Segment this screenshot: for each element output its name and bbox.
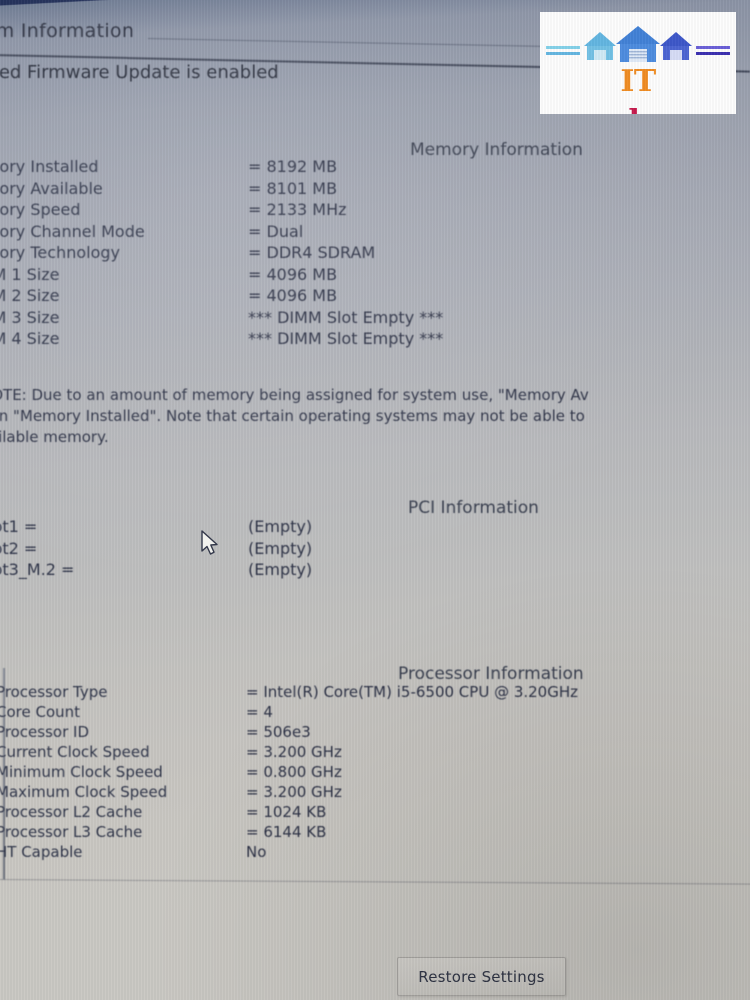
- memory-note-text: NOTE: Due to an amount of memory being a…: [0, 386, 589, 446]
- memory-field-label: IMM 2 Size: [0, 286, 60, 305]
- memory-field-value: = 8192 MB: [248, 157, 338, 176]
- restore-settings-button[interactable]: Restore Settings: [397, 957, 566, 996]
- memory-field-value: *** DIMM Slot Empty ***: [248, 307, 444, 327]
- memory-field-value: = DDR4 SDRAM: [248, 243, 376, 262]
- pci-slot-label: Slot2 =: [0, 538, 38, 558]
- pci-slot-value: (Empty): [248, 517, 313, 536]
- logo-wordmark: IT warehouse: [540, 62, 736, 114]
- processor-field-value: = 3.200 GHz: [246, 783, 342, 801]
- memory-field-label: emory Channel Mode: [0, 221, 145, 241]
- memory-field-value: = 2133 MHz: [248, 200, 347, 219]
- processor-section-title: Processor Information: [398, 664, 584, 684]
- memory-field-label: emory Installed: [0, 157, 99, 176]
- pci-slot-value: (Empty): [248, 538, 313, 558]
- processor-field-label: Maximum Clock Speed: [0, 783, 168, 801]
- processor-field-value: = 6144 KB: [246, 823, 327, 841]
- processor-field-label: Processor Type: [0, 683, 108, 701]
- memory-field-value: = Dual: [248, 221, 304, 241]
- pci-slot-label: Slot3_M.2 =: [0, 560, 75, 579]
- memory-field-label: emory Technology: [0, 243, 120, 262]
- memory-field-label: emory Speed: [0, 200, 81, 219]
- processor-field-label: Processor L3 Cache: [0, 823, 143, 841]
- processor-field-label: Minimum Clock Speed: [0, 763, 163, 781]
- processor-field-label: Core Count: [0, 703, 81, 721]
- pci-section-title: PCI Information: [408, 498, 539, 518]
- memory-field-value: = 8101 MB: [248, 178, 338, 198]
- memory-field-value: = 4096 MB: [248, 264, 338, 284]
- processor-field-label: HT Capable: [0, 843, 83, 861]
- memory-field-value: *** DIMM Slot Empty ***: [248, 329, 444, 348]
- processor-field-value: = 506e3: [246, 723, 311, 741]
- memory-field-label: IMM 4 Size: [0, 329, 60, 348]
- processor-field-label: Current Clock Speed: [0, 743, 150, 761]
- it-warehouse-watermark-logo: IT warehouse: [540, 12, 736, 114]
- logo-text-house: house: [629, 104, 727, 114]
- pci-slot-label: Slot1 =: [0, 517, 38, 536]
- processor-field-value: = Intel(R) Core(TM) i5-6500 CPU @ 3.20GH…: [246, 683, 579, 701]
- arrow-pointer-icon: [201, 530, 218, 555]
- memory-field-value: = 4096 MB: [248, 286, 338, 305]
- processor-field-value: = 3.200 GHz: [246, 743, 342, 761]
- pci-slot-value: (Empty): [248, 560, 313, 579]
- processor-field-label: Processor ID: [0, 723, 89, 741]
- processor-field-label: Processor L2 Cache: [0, 803, 143, 821]
- page-title: tem Information: [0, 20, 135, 42]
- logo-text-ware: ware: [550, 104, 629, 114]
- processor-field-value: = 0.800 GHz: [246, 763, 342, 781]
- bios-system-information-screen: tem Information gned Firmware Update is …: [0, 0, 750, 1000]
- memory-field-label: IMM 1 Size: [0, 264, 60, 284]
- footer-divider: [0, 879, 750, 885]
- processor-field-value: No: [246, 843, 267, 861]
- firmware-update-status: gned Firmware Update is enabled: [0, 62, 279, 83]
- processor-field-value: = 4: [246, 703, 273, 721]
- processor-field-value: = 1024 KB: [246, 803, 327, 821]
- memory-section-title: Memory Information: [410, 140, 583, 160]
- memory-field-label: emory Available: [0, 178, 103, 198]
- logo-text-it: IT: [620, 64, 656, 99]
- memory-field-label: IMM 3 Size: [0, 307, 60, 327]
